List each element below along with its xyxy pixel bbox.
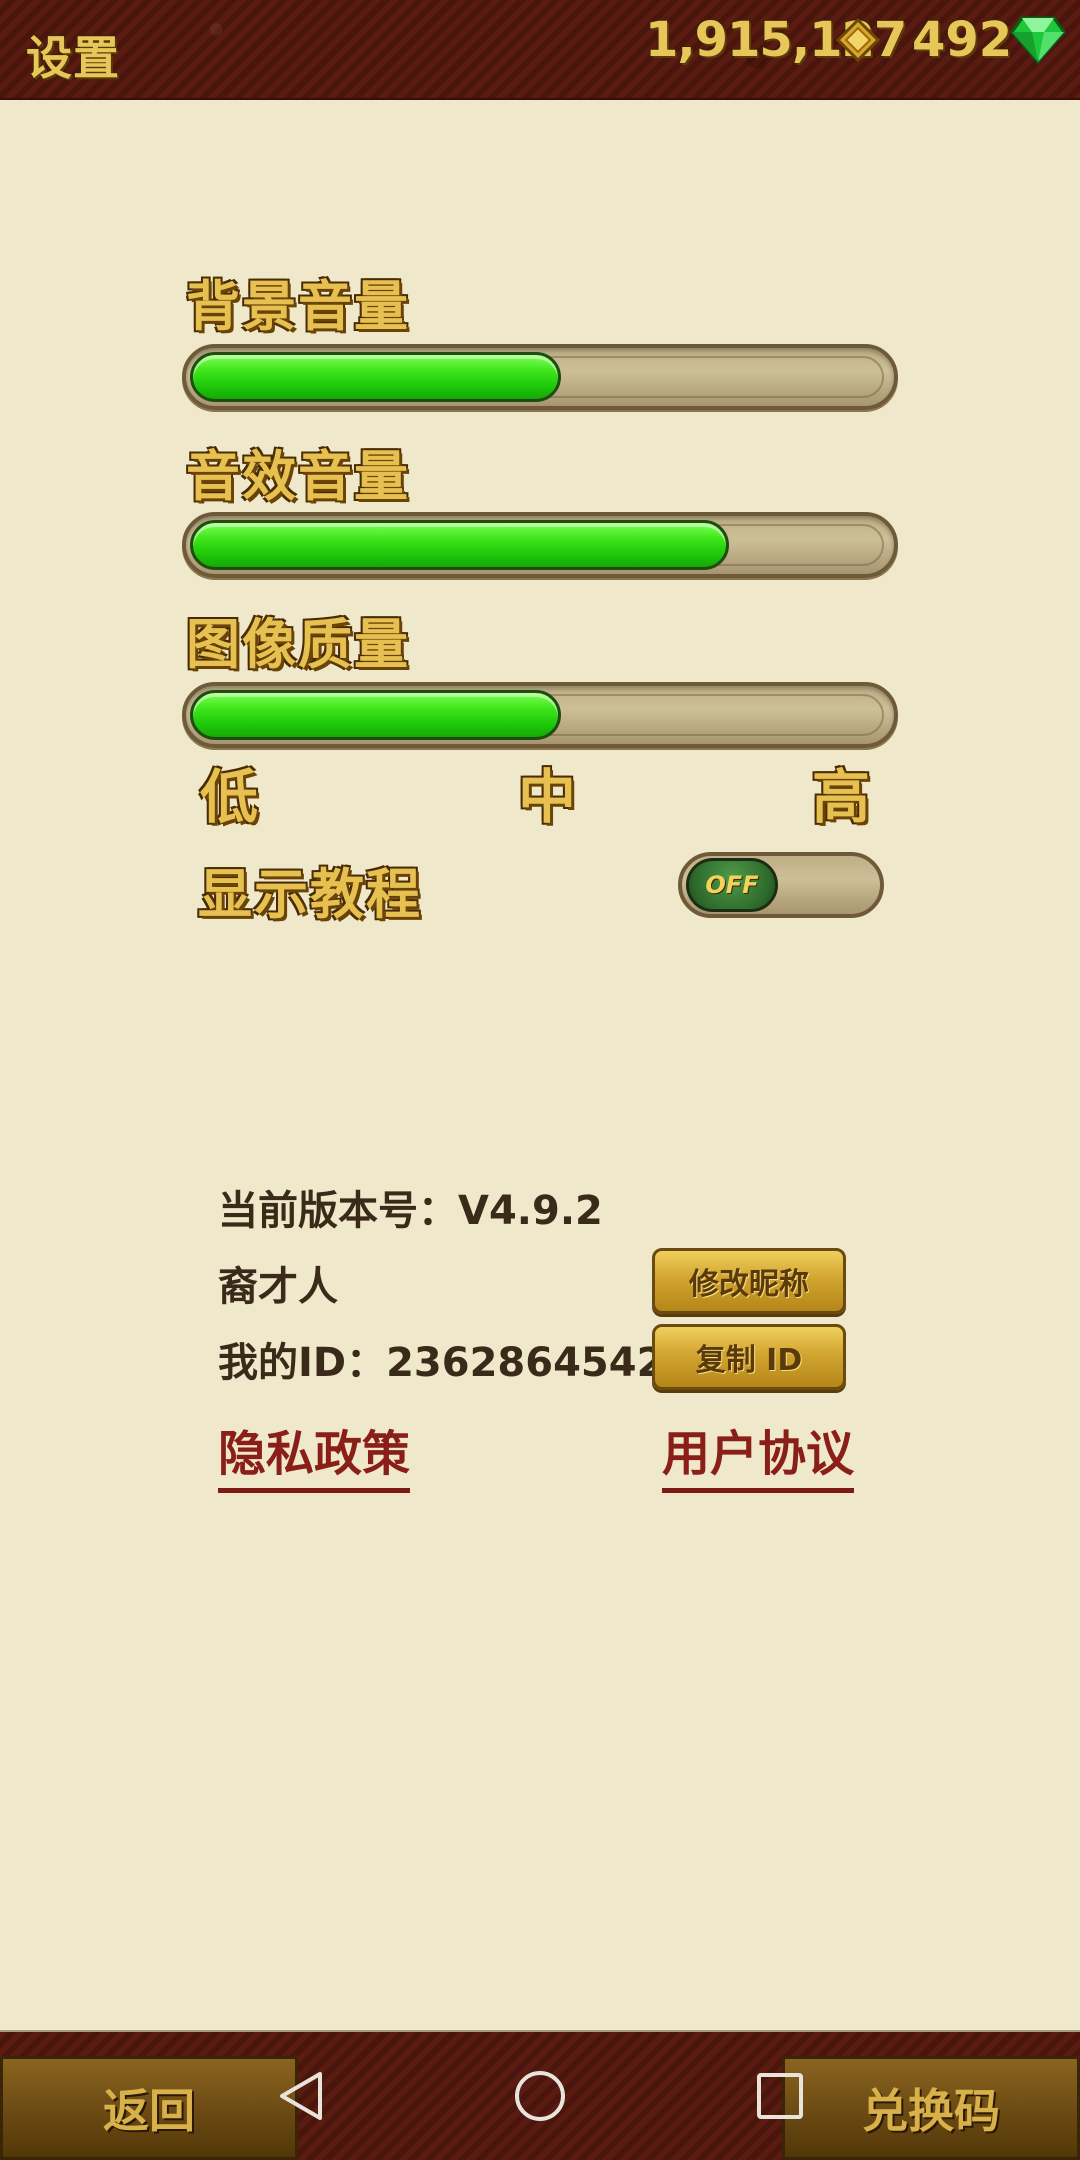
sfx-volume-label: 音效音量 xyxy=(186,445,410,508)
bgm-volume-slider[interactable] xyxy=(182,344,898,410)
nav-home-icon[interactable] xyxy=(510,2066,570,2126)
quality-medium-label: 中 xyxy=(518,763,577,831)
copy-id-button[interactable]: 复制 ID xyxy=(652,1324,846,1390)
green-gem-icon xyxy=(1010,16,1066,64)
nav-recents-icon[interactable] xyxy=(750,2066,810,2126)
gem-count: 492 xyxy=(912,12,1013,68)
gold-diamond-coin-icon xyxy=(836,18,880,62)
version-text: 当前版本号：V4.9.2 xyxy=(218,1188,603,1234)
toggle-knob: OFF xyxy=(686,858,778,912)
show-tutorial-label: 显示教程 xyxy=(198,863,422,926)
bgm-volume-label: 背景音量 xyxy=(186,275,410,338)
page-title: 设置 xyxy=(26,31,120,85)
user-id-text: 我的ID：2362864542 xyxy=(218,1340,665,1386)
redeem-code-button[interactable]: 兑换码 xyxy=(782,2056,1080,2160)
image-quality-label: 图像质量 xyxy=(186,613,410,676)
user-agreement-link[interactable]: 用户协议 xyxy=(662,1414,855,1493)
quality-high-label: 高 xyxy=(812,763,871,831)
image-quality-fill xyxy=(190,690,561,740)
image-quality-slider[interactable] xyxy=(182,682,898,748)
nickname-text: 裔才人 xyxy=(218,1264,338,1310)
show-tutorial-toggle[interactable]: OFF xyxy=(678,852,884,918)
nav-back-icon[interactable] xyxy=(272,2066,332,2126)
privacy-policy-link[interactable]: 隐私政策 xyxy=(218,1414,411,1493)
back-button[interactable]: 返回 xyxy=(0,2056,298,2160)
sfx-volume-fill xyxy=(190,520,729,570)
bgm-volume-fill xyxy=(190,352,561,402)
quality-low-label: 低 xyxy=(200,763,259,831)
rename-button[interactable]: 修改昵称 xyxy=(652,1248,846,1314)
sfx-volume-slider[interactable] xyxy=(182,512,898,578)
